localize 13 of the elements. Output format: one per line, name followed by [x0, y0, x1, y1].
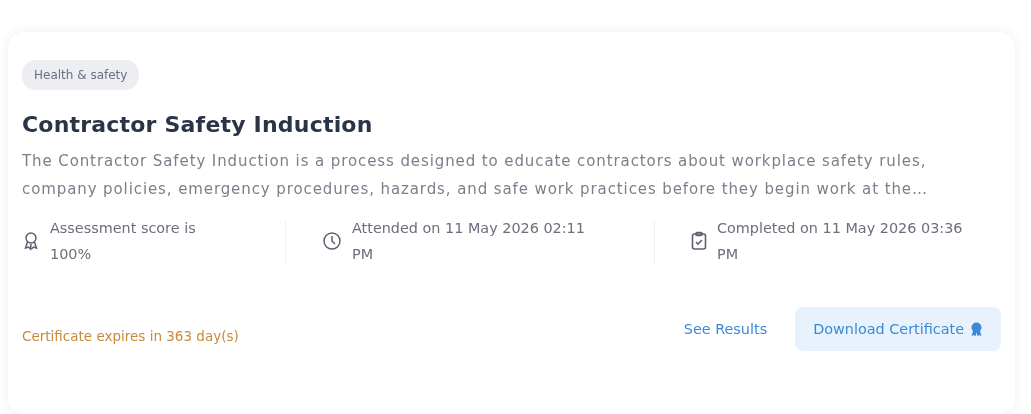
award-icon [22, 231, 40, 251]
course-description: The Contractor Safety Induction is a process designed to educate contractors about workplace safety rules, company policies, emergency procedures, hazards, and safe work practices before they begin work at the… [22, 151, 929, 200]
clipboard-check-icon [691, 231, 707, 251]
meta-text: Completed on 11 May 2026 03:36 PM [717, 219, 964, 264]
meta-text: Assessment score is 100% [50, 219, 197, 264]
meta-text: Attended on 11 May 2026 02:11 PM [352, 219, 586, 264]
see-results-link[interactable]: See Results [669, 311, 782, 347]
course-title: Contractor Safety Induction [22, 112, 374, 137]
clock-icon [322, 231, 342, 251]
category-tag: Health & safety [22, 60, 140, 90]
download-certificate-button[interactable]: Download Certificate [795, 307, 1001, 351]
award-icon [970, 321, 983, 337]
expiry-note: Certificate expires in 363 day(s) [22, 327, 240, 344]
